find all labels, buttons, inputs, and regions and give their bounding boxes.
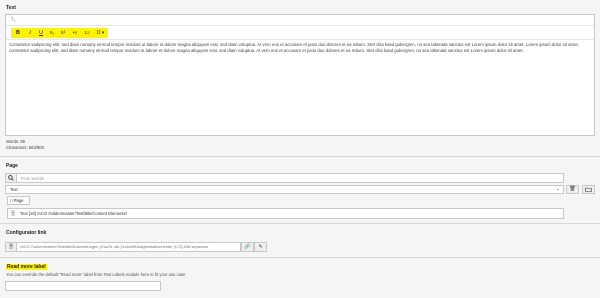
folder-icon [585,187,592,192]
search-input[interactable] [17,173,564,183]
read-more-field-label: Read more label [6,264,47,270]
italic-button[interactable]: I [25,28,35,38]
bold-button[interactable]: B [13,28,23,38]
document-icon: 🗎 [5,242,17,252]
read-more-description: You can override the default "Read more"… [6,272,186,277]
trash-icon: 🗑 [569,186,576,192]
read-more-input[interactable] [5,281,161,291]
editor-toolbar: B I U X₂ X² •≡ 1≡ Ω ▾ [6,26,594,40]
editor-top-bar: Tₓ [6,15,594,26]
document-icon: 🗎 [11,211,16,217]
table-select-value: Text [10,187,18,192]
subscript-button[interactable]: X₂ [47,28,57,38]
delete-button[interactable]: 🗑 [566,185,579,194]
configurator-link-row: 🗎 /ACO Goldenmaster/Testfälle/Anwendunge… [5,242,267,252]
word-count: Words: 89 [6,139,26,144]
link-button[interactable]: 🔗 [241,242,254,252]
chevron-down-icon: ⌄ [555,186,560,192]
rich-text-editor[interactable]: Tₓ B I U X₂ X² •≡ 1≡ Ω ▾ Consetetur sadi… [5,14,595,136]
search-icon[interactable] [5,173,17,183]
clear-format-icon[interactable]: Tₓ [9,17,17,24]
configurator-field-section [0,224,600,257]
page-field-label: Page [6,163,18,169]
page-icon: □ [10,198,13,203]
underline-button[interactable]: U [36,28,46,38]
edit-button[interactable]: ✎ [254,242,267,252]
superscript-button[interactable]: X² [58,28,68,38]
special-characters-button[interactable]: Ω ▾ [94,28,107,38]
editor-content[interactable]: Consetetur sadipscing elitr, sed diam no… [9,42,591,54]
selected-record-label: Text [18] /ACO Goldenmaster/Testfälle/Co… [20,211,128,216]
text-field-label: Text [6,5,16,11]
pencil-icon: ✎ [258,244,263,250]
browse-button[interactable] [582,185,595,194]
configurator-field-label: Configurator link [6,230,47,236]
link-icon: 🔗 [244,244,251,250]
record-search [5,173,564,183]
selected-record[interactable]: 🗎 Text [18] /ACO Goldenmaster/Testfälle/… [7,208,564,219]
read-more-field-section [0,258,600,298]
page-button-label: Page [13,198,24,203]
configurator-link-input[interactable]: /ACO Goldenmaster/Testfälle/Anwendungen … [17,242,241,252]
bulleted-list-button[interactable]: •≡ [70,28,80,38]
text-field-section: Text Tₓ B I U X₂ X² •≡ 1≡ Ω ▾ Consetetur… [0,0,600,156]
table-select[interactable]: Text ⌄ [5,185,564,194]
page-button[interactable]: □ Page [7,196,30,205]
character-count: Characters: 563/800 [6,145,44,150]
numbered-list-button[interactable]: 1≡ [82,28,92,38]
